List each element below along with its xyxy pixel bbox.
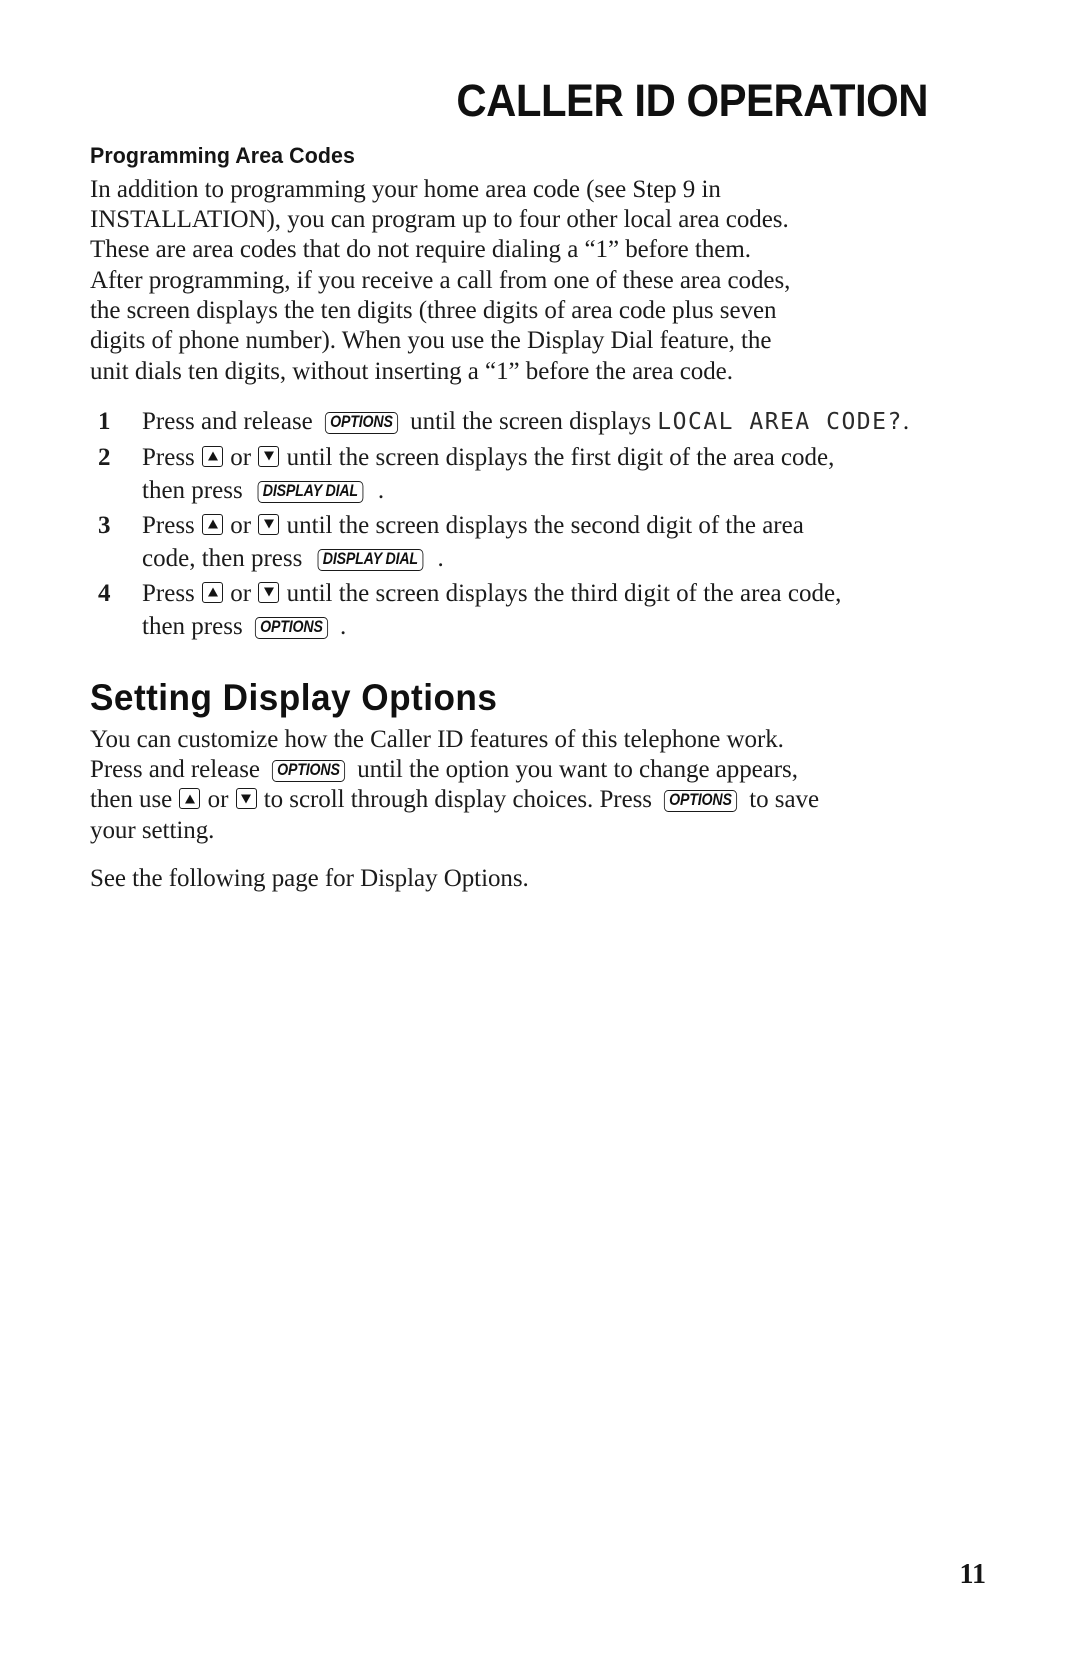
step-text: Press [142,511,195,539]
up-arrow-icon [202,513,224,535]
manual-page: CALLER ID OPERATION Programming Area Cod… [0,0,1080,1669]
step-text: or [230,443,252,471]
procedure-step-list: 1 Press and release OPTIONS until the sc… [90,405,928,643]
paragraph-line: See the following page for Display Optio… [90,865,529,893]
intro-paragraph: In addition to programming your home are… [90,175,928,387]
step-text: then press [142,612,243,640]
paragraph-line: the screen displays the ten digits (thre… [90,296,777,324]
options-key: OPTIONS [324,411,398,434]
display-options-paragraph: You can customize how the Caller ID feat… [90,725,928,846]
list-item: 4 Press or until the screen displays the… [90,577,928,643]
step-text: until the screen displays the second dig… [286,511,804,539]
list-item: 3 Press or until the screen displays the… [90,509,928,575]
lcd-display-text: LOCAL AREA CODE? [657,408,903,435]
down-arrow-icon [258,581,280,603]
step-text: Press [142,443,195,471]
step-text: until the screen displays the third digi… [286,579,842,607]
paragraph-text: to scroll through display choices. Press [263,786,652,814]
options-key: OPTIONS [272,760,346,783]
step-text: until the screen displays [410,407,652,435]
step-text: . [340,612,347,640]
step-number: 1 [98,407,111,435]
paragraph-text: or [207,786,229,814]
subheading-programming-area-codes: Programming Area Codes [90,142,355,168]
display-dial-key: DISPLAY DIAL [257,480,364,503]
step-line: code, then press DISPLAY DIAL . [142,542,928,575]
page-number: 11 [959,1559,986,1590]
step-number: 4 [98,579,111,607]
closing-paragraph: See the following page for Display Optio… [90,864,928,894]
paragraph-line: These are area codes that do not require… [90,236,751,264]
paragraph-line: You can customize how the Caller ID feat… [90,725,784,753]
step-line: Press or until the screen displays the f… [142,441,928,474]
paragraph-line: Press and release OPTIONS until the opti… [90,755,928,785]
step-text: code, then press [142,544,303,572]
step-text: then press [142,476,243,504]
display-dial-key: DISPLAY DIAL [317,548,423,571]
up-arrow-icon [179,788,201,810]
paragraph-line: unit dials ten digits, without inserting… [90,357,733,385]
options-key: OPTIONS [254,616,328,639]
paragraph-text: until the option you want to change appe… [357,756,798,784]
up-arrow-icon [202,445,224,467]
paragraph-line: After programming, if you receive a call… [90,266,791,294]
list-item: 1 Press and release OPTIONS until the sc… [90,405,928,439]
step-text: . [902,407,910,435]
step-line: Press and release OPTIONS until the scre… [142,405,928,439]
down-arrow-icon [258,445,280,467]
step-text: until the screen displays the first digi… [286,443,835,471]
step-line: Press or until the screen displays the s… [142,509,928,542]
paragraph-text: to save [749,786,820,814]
list-item: 2 Press or until the screen displays the… [90,441,928,507]
paragraph-line: digits of phone number). When you use th… [90,327,772,355]
section-heading-setting-display-options: Setting Display Options [90,676,498,718]
page-title: CALLER ID OPERATION [456,75,928,126]
down-arrow-icon [235,788,257,810]
paragraph-line: then use or to scroll through display ch… [90,785,928,815]
step-number: 3 [98,511,111,539]
step-text: . [377,476,385,504]
paragraph-line: INSTALLATION), you can program up to fou… [90,206,789,234]
step-number: 2 [98,443,111,471]
paragraph-line: In addition to programming your home are… [90,175,721,203]
step-text: or [230,511,252,539]
step-text: . [437,544,444,572]
options-key: OPTIONS [664,790,738,813]
step-line: then press OPTIONS . [142,610,928,643]
paragraph-text: Press and release [90,756,260,784]
step-line: then press DISPLAY DIAL . [142,474,928,507]
down-arrow-icon [258,513,280,535]
step-text: or [230,579,252,607]
step-line: Press or until the screen displays the t… [142,577,928,610]
paragraph-text: then use [90,786,173,814]
page-content: CALLER ID OPERATION Programming Area Cod… [90,75,928,894]
paragraph-line: your setting. [90,816,215,844]
step-text: Press and release [142,407,313,435]
up-arrow-icon [202,581,224,603]
step-text: Press [142,579,195,607]
